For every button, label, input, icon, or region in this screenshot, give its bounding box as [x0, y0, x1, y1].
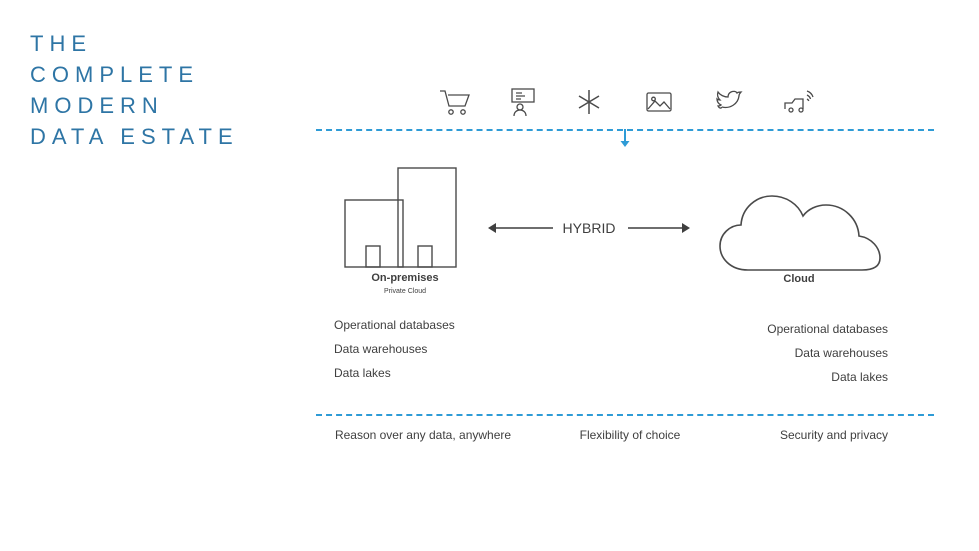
cloud-label: Cloud — [783, 273, 815, 285]
list-item: Data lakes — [831, 370, 888, 384]
image-photo-icon — [640, 85, 680, 119]
title-line-3: MODERN — [30, 93, 164, 118]
page-title: THE COMPLETE MODERN DATA ESTATE — [30, 28, 300, 152]
hybrid-connector: HYBRID — [487, 218, 691, 244]
list-item: Data lakes — [334, 366, 391, 380]
top-icon-row — [420, 85, 840, 121]
title-line-2: COMPLETE — [30, 62, 200, 87]
cloud-icon — [714, 178, 886, 278]
shopping-cart-icon — [436, 85, 476, 119]
title-line-4: DATA ESTATE — [30, 124, 239, 149]
building-icon — [340, 162, 470, 274]
list-item: Operational databases — [767, 322, 888, 336]
list-item: Data warehouses — [794, 346, 888, 360]
down-arrow-icon — [618, 129, 632, 151]
hybrid-label: HYBRID — [562, 220, 616, 236]
onprem-label: On-premises — [371, 272, 439, 284]
divider-bottom — [316, 414, 934, 416]
left-arrow-icon — [487, 221, 553, 240]
bottom-caption-3: Security and privacy — [779, 428, 889, 442]
bottom-caption-2: Flexibility of choice — [579, 428, 681, 442]
onprem-sublabel: Private Cloud — [383, 288, 427, 295]
bottom-caption-1: Reason over any data, anywhere — [334, 428, 512, 442]
list-item: Data warehouses — [334, 342, 428, 356]
list-item: Operational databases — [334, 318, 455, 332]
title-line-1: THE — [30, 31, 92, 56]
bird-social-icon — [712, 85, 752, 119]
asterisk-sparkle-icon — [570, 85, 610, 119]
right-arrow-icon — [628, 221, 691, 240]
onprem-feature-list: Operational databases Data warehouses Da… — [334, 313, 574, 385]
presentation-person-icon — [504, 85, 544, 119]
slide-canvas: THE COMPLETE MODERN DATA ESTATE HYBRID O… — [0, 0, 979, 551]
cloud-feature-list: Operational databases Data warehouses Da… — [648, 317, 888, 389]
connected-vehicle-icon — [780, 85, 820, 119]
